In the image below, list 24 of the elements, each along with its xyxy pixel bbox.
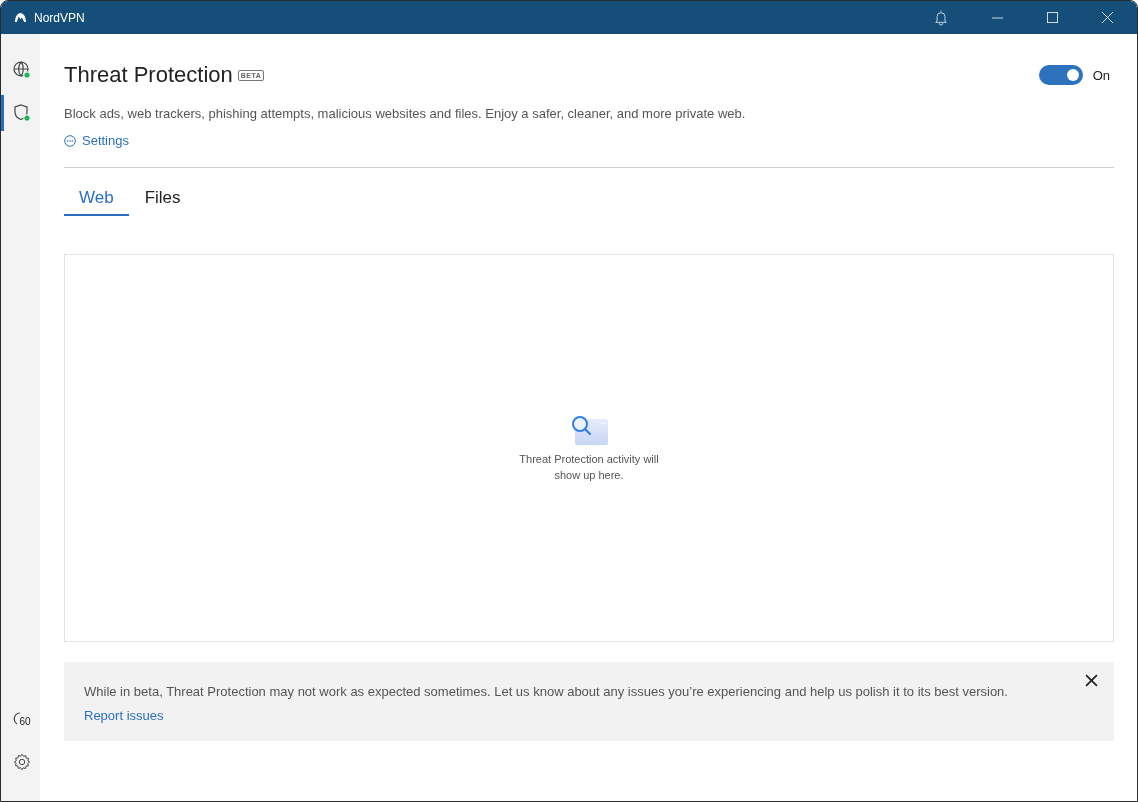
settings-icon [13,753,31,771]
window-title: NordVPN [34,10,85,25]
shield-icon [12,103,32,123]
page-title: Threat Protection [64,62,233,88]
search-window-icon [569,413,609,447]
bell-icon[interactable] [934,9,948,26]
report-issues-link[interactable]: Report issues [84,708,164,723]
timer-label: 60 [19,715,31,727]
settings-link[interactable]: Settings [64,133,129,148]
mountain-logo-icon [14,12,27,23]
minimize-icon[interactable] [992,16,1003,19]
tab[interactable]: Files [129,188,196,216]
toggle-label: On [1092,67,1110,83]
empty-state-message: Threat Protection activity will show up here. [518,452,660,483]
globe-icon [12,60,32,80]
maximize-icon[interactable] [1047,12,1058,23]
description-text: Block ads, web trackers, phishing attempts, malicious websites and files. Enjoy a safer, cleaner, and more private web. [64,106,747,121]
toggle-switch[interactable] [1038,65,1083,85]
notice-text: While in beta, Threat Protection may not work as expected sometimes. Let us know about any issues you’re experiencing and help us polish it to its best version. [84,684,1009,700]
sidebar-item[interactable]: 60 [1,701,40,737]
more-icon [64,134,76,147]
arc-icon [13,711,22,727]
close-icon[interactable] [1085,674,1098,687]
tab[interactable]: Web [64,188,129,216]
